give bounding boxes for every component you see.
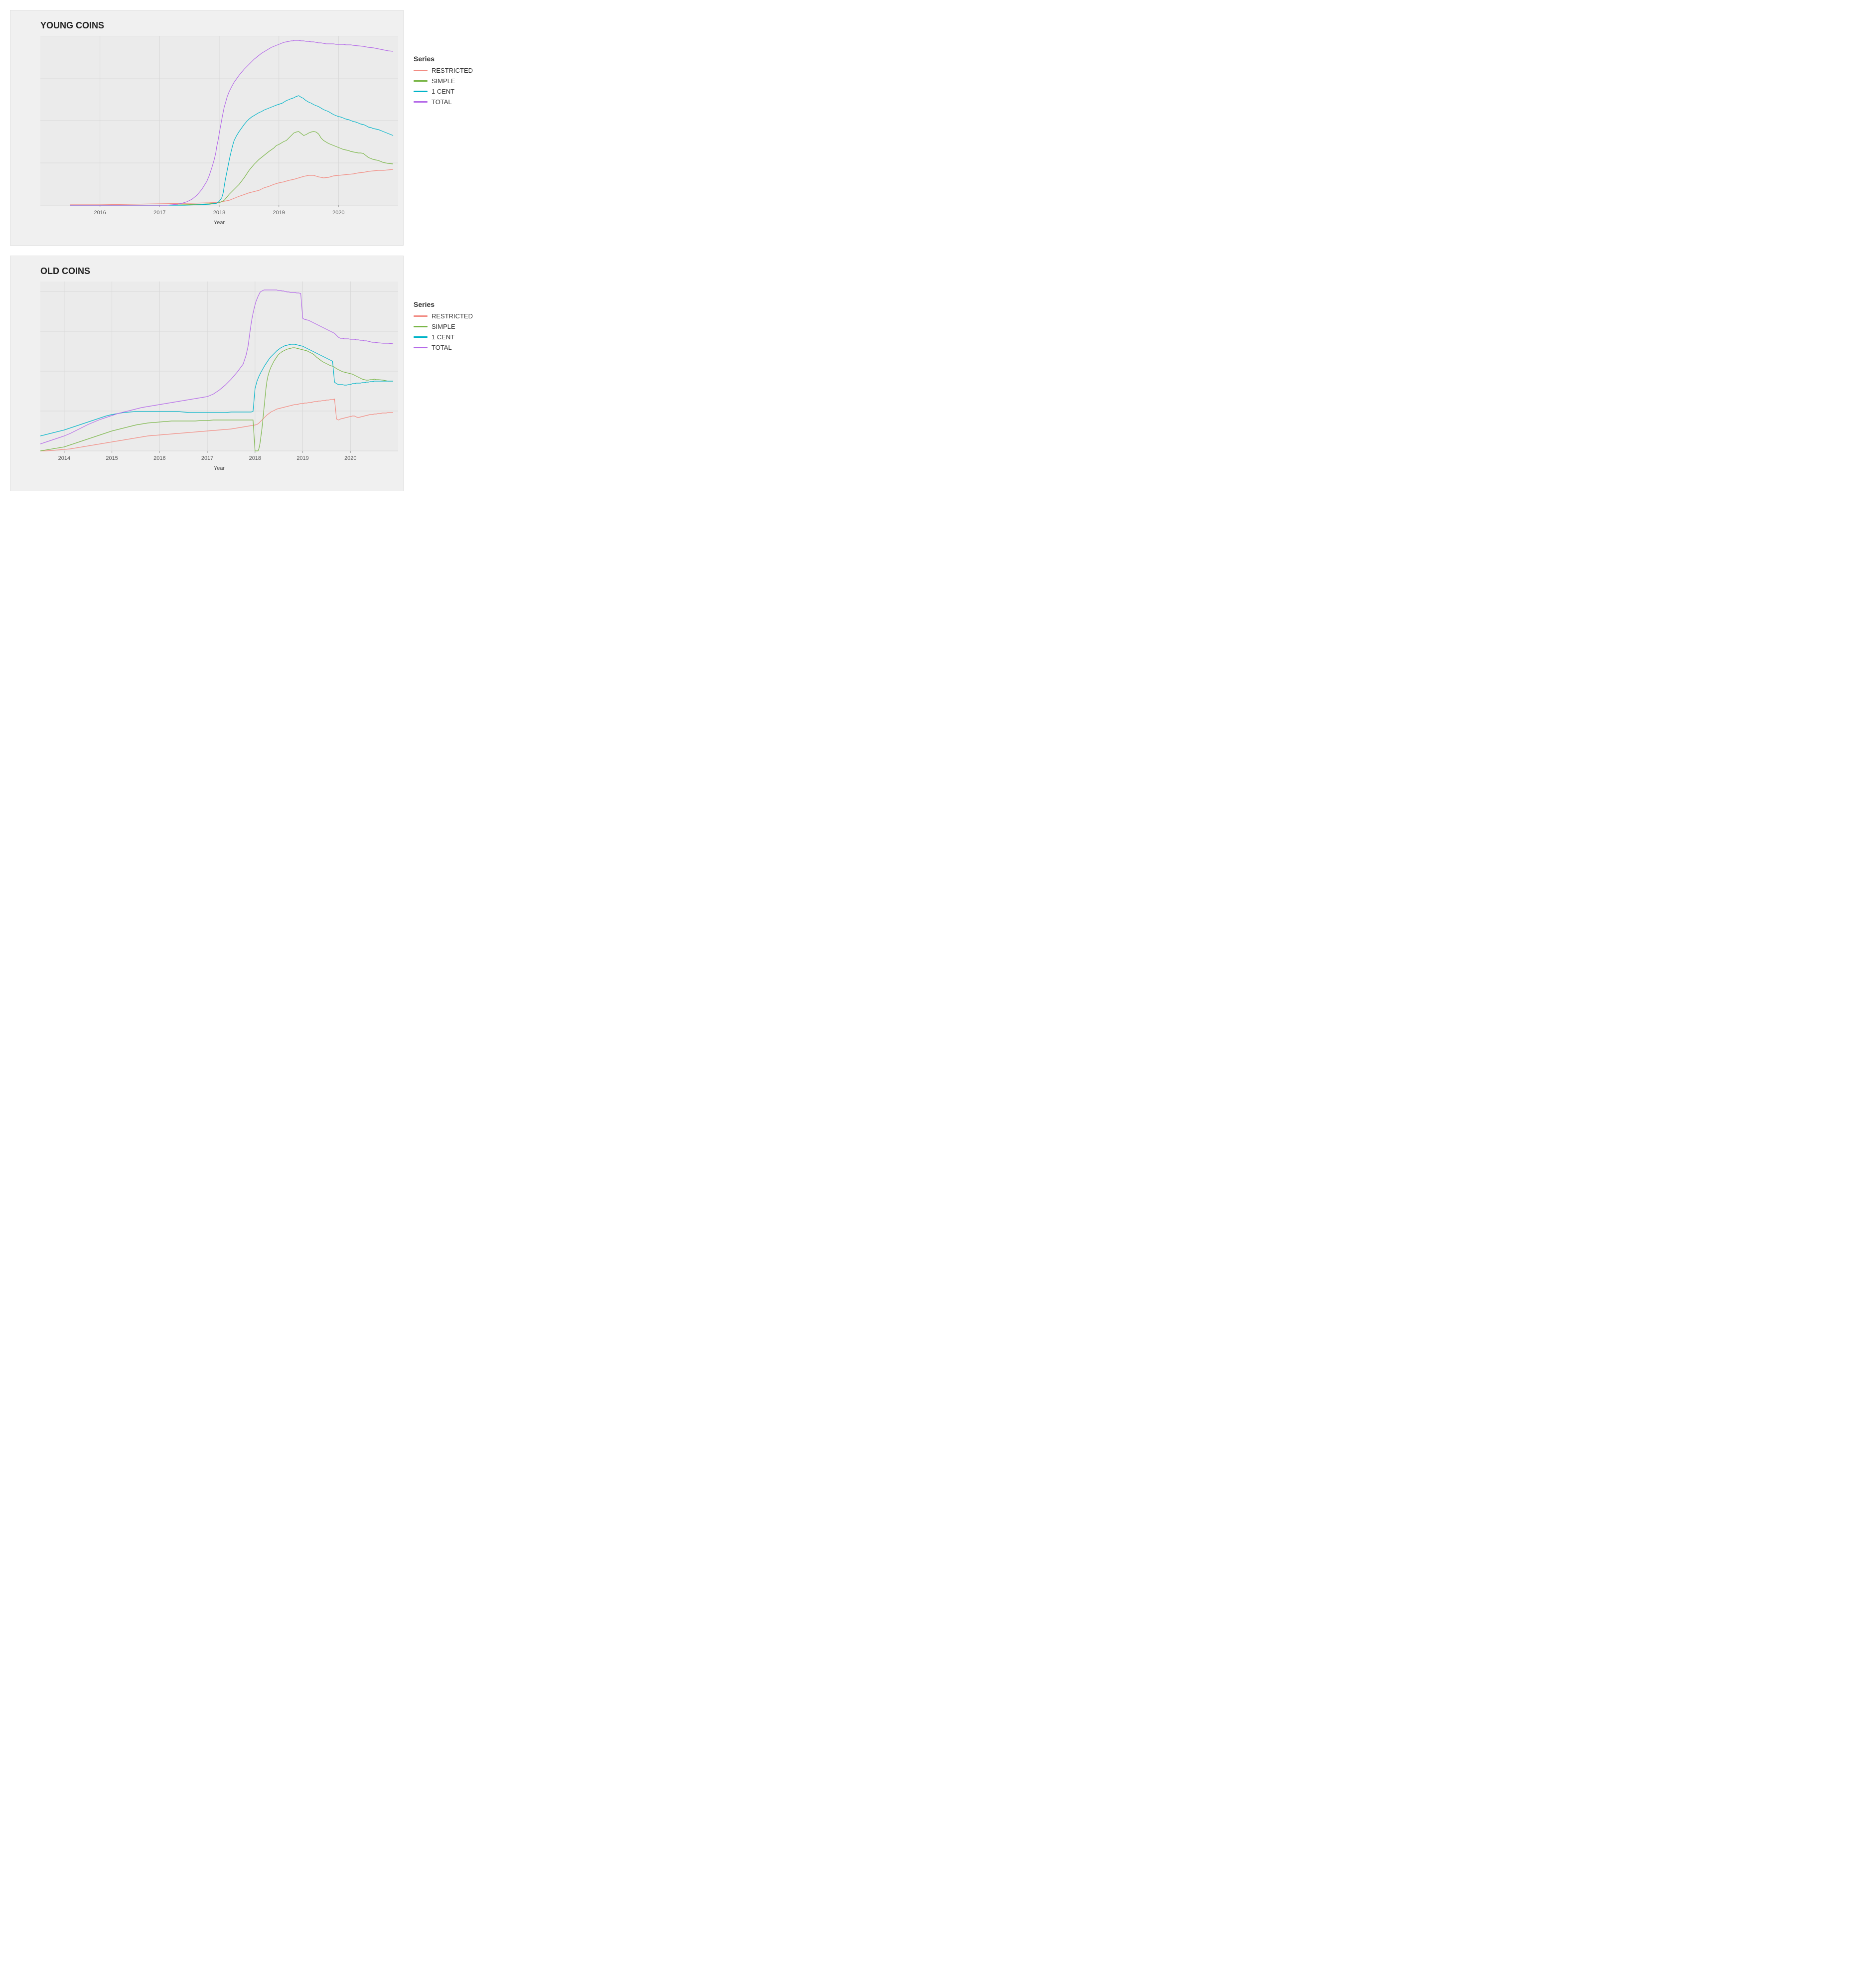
svg-text:2017: 2017 [153, 210, 165, 216]
total-line-icon [414, 101, 428, 103]
cent-line-icon-old [414, 336, 428, 338]
svg-text:2020: 2020 [332, 210, 344, 216]
svg-text:Year: Year [214, 220, 225, 225]
legend-item-simple-old: SIMPLE [414, 323, 483, 330]
legend-item-cent-old: 1 CENT [414, 333, 483, 341]
legend-label-simple-young: SIMPLE [432, 77, 455, 85]
simple-line-icon-old [414, 326, 428, 327]
legend-label-total-old: TOTAL [432, 344, 452, 351]
young-coins-svg: 0 250 500 750 1000 2016 2017 2018 2019 2… [40, 36, 398, 225]
old-coins-section: OLD COINS [10, 256, 488, 491]
legend-item-total-young: TOTAL [414, 98, 483, 106]
restricted-line-icon-old [414, 315, 428, 317]
young-coins-legend: Series RESTRICTED SIMPLE 1 CENT TOTAL [409, 10, 488, 114]
restricted-line-icon [414, 70, 428, 71]
legend-label-total-young: TOTAL [432, 98, 452, 106]
total-line-icon-old [414, 347, 428, 348]
legend-label-restricted-old: RESTRICTED [432, 312, 473, 320]
legend-label-restricted-young: RESTRICTED [432, 67, 473, 74]
legend-label-cent-old: 1 CENT [432, 333, 454, 341]
legend-item-restricted-young: RESTRICTED [414, 67, 483, 74]
cent-line-icon [414, 91, 428, 92]
old-coins-legend: Series RESTRICTED SIMPLE 1 CENT TOTAL [409, 256, 488, 359]
svg-text:2017: 2017 [201, 455, 213, 461]
svg-text:2014: 2014 [58, 455, 70, 461]
svg-text:Year: Year [214, 465, 225, 471]
legend-label-simple-old: SIMPLE [432, 323, 455, 330]
svg-text:2020: 2020 [344, 455, 356, 461]
legend-item-restricted-old: RESTRICTED [414, 312, 483, 320]
svg-text:2019: 2019 [273, 210, 285, 216]
svg-text:2018: 2018 [213, 210, 225, 216]
svg-text:2016: 2016 [94, 210, 106, 216]
svg-text:2015: 2015 [106, 455, 118, 461]
page-container: YOUNG COINS [10, 10, 488, 491]
old-coins-title: OLD COINS [40, 266, 398, 277]
old-coins-svg: 0 200 400 600 800 2014 2015 2016 2017 20… [40, 282, 398, 471]
old-coins-legend-title: Series [414, 300, 483, 308]
legend-label-cent-young: 1 CENT [432, 88, 454, 95]
legend-item-cent-young: 1 CENT [414, 88, 483, 95]
svg-text:2018: 2018 [249, 455, 261, 461]
young-coins-title: YOUNG COINS [40, 20, 398, 31]
old-coins-chart-area: OLD COINS [10, 256, 404, 491]
svg-text:2016: 2016 [153, 455, 165, 461]
svg-text:2019: 2019 [296, 455, 308, 461]
legend-item-simple-young: SIMPLE [414, 77, 483, 85]
young-coins-chart-area: YOUNG COINS [10, 10, 404, 246]
young-coins-legend-title: Series [414, 55, 483, 63]
legend-item-total-old: TOTAL [414, 344, 483, 351]
young-coins-section: YOUNG COINS [10, 10, 488, 246]
old-coins-svg-container: 0 200 400 600 800 2014 2015 2016 2017 20… [40, 282, 398, 471]
simple-line-icon [414, 80, 428, 82]
young-coins-svg-container: 0 250 500 750 1000 2016 2017 2018 2019 2… [40, 36, 398, 225]
